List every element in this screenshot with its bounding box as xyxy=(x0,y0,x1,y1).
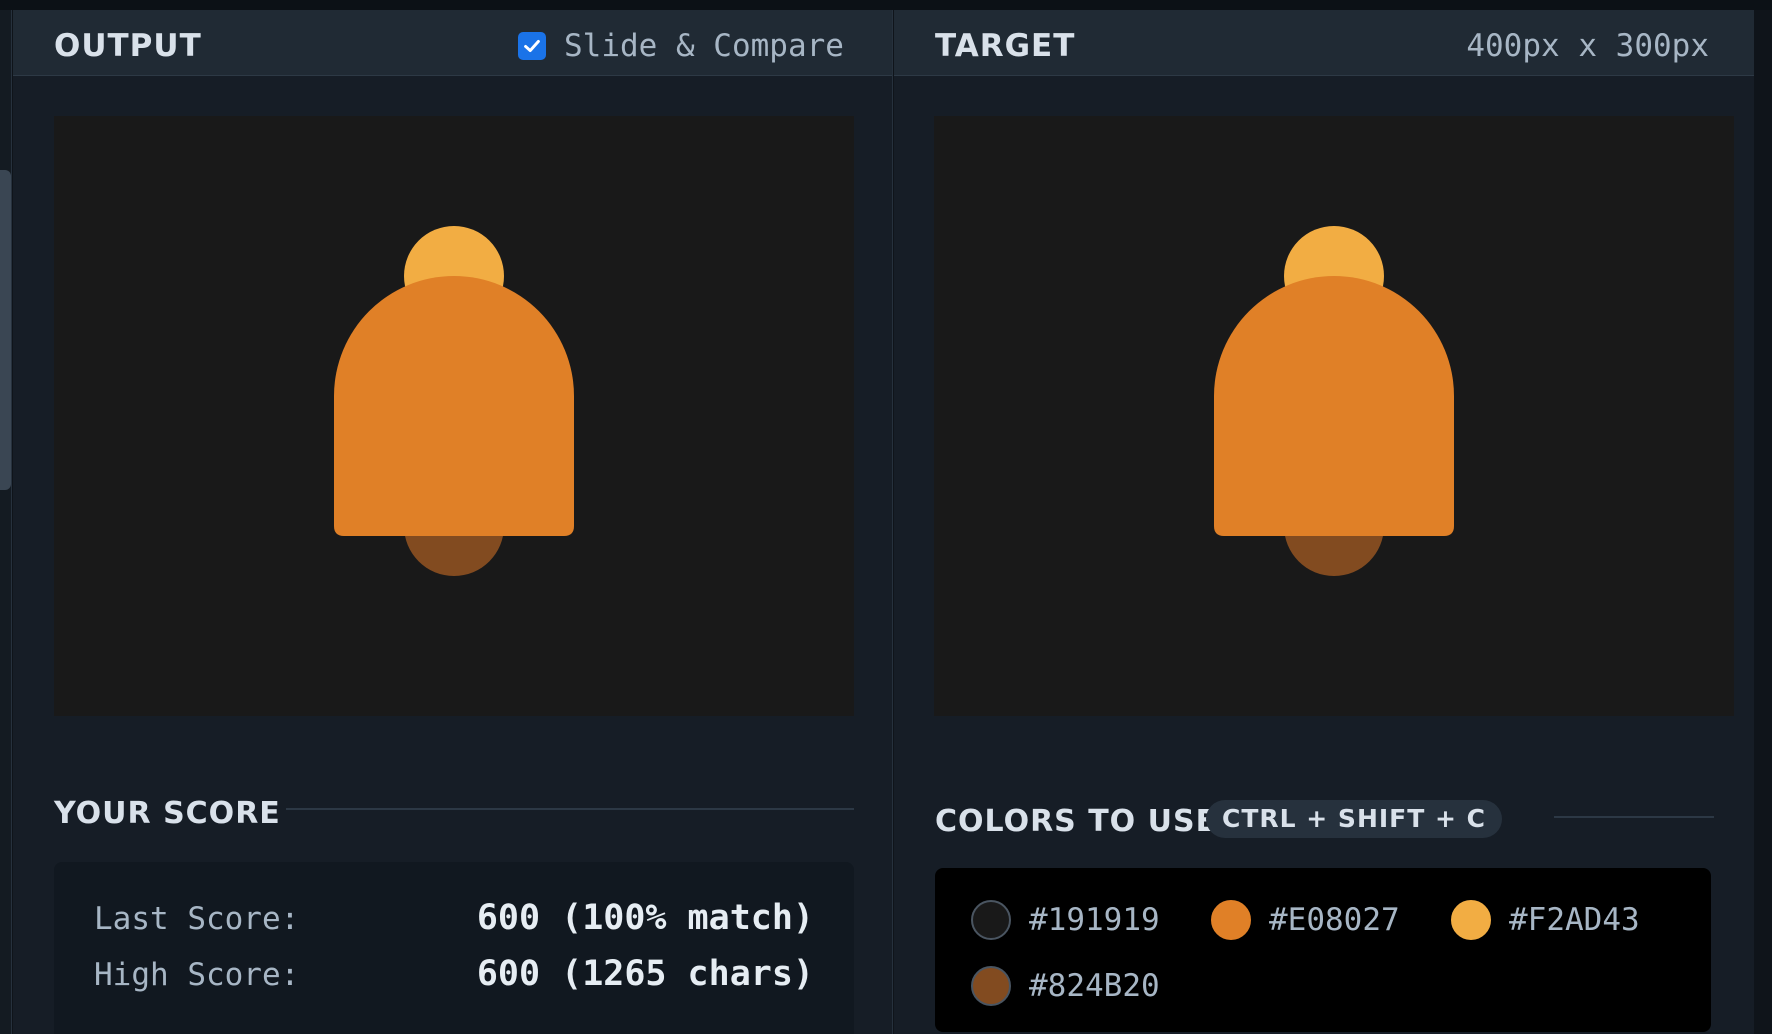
target-dimensions: 400px x 300px xyxy=(1466,28,1709,64)
color-swatch[interactable]: #824B20 xyxy=(971,966,1160,1006)
score-divider xyxy=(286,808,854,810)
high-score-value: 600 (1265 chars) xyxy=(476,954,814,994)
checkmark-icon xyxy=(524,39,540,53)
colors-palette: #191919 #E08027 #F2AD43 #824B20 xyxy=(935,868,1711,1032)
color-hex: #191919 xyxy=(1029,902,1160,938)
score-title: YOUR SCORE xyxy=(54,796,281,831)
colors-divider xyxy=(1554,816,1714,818)
last-score-label: Last Score: xyxy=(94,901,300,937)
high-score-label: High Score: xyxy=(94,957,300,993)
top-bar xyxy=(0,0,1772,10)
last-score-value: 600 (100% match) xyxy=(476,898,814,938)
color-swatch[interactable]: #191919 xyxy=(971,900,1160,940)
slide-compare-label: Slide & Compare xyxy=(564,28,844,64)
slide-compare-toggle[interactable]: Slide & Compare xyxy=(518,28,844,64)
target-header: TARGET 400px x 300px xyxy=(894,10,1754,76)
color-dot xyxy=(971,900,1011,940)
left-sidebar-edge xyxy=(0,10,12,1034)
color-swatch[interactable]: #E08027 xyxy=(1211,900,1400,940)
copy-colors-shortcut-badge: CTRL + SHIFT + C xyxy=(1206,800,1502,838)
target-panel: TARGET 400px x 300px COLORS TO USE CTRL … xyxy=(894,10,1754,1034)
last-score-row: Last Score: 600 (100% match) xyxy=(94,898,814,938)
score-box: Last Score: 600 (100% match) High Score:… xyxy=(54,862,854,1034)
color-dot xyxy=(1211,900,1251,940)
color-swatch[interactable]: #F2AD43 xyxy=(1451,900,1640,940)
color-hex: #F2AD43 xyxy=(1509,902,1640,938)
high-score-row: High Score: 600 (1265 chars) xyxy=(94,954,814,994)
color-hex: #E08027 xyxy=(1269,902,1400,938)
color-dot xyxy=(1451,900,1491,940)
output-panel: OUTPUT Slide & Compare YOUR SCORE Last S… xyxy=(13,10,893,1034)
output-canvas[interactable] xyxy=(54,116,854,716)
output-bell-drawing xyxy=(334,226,574,576)
output-header: OUTPUT Slide & Compare xyxy=(13,10,892,76)
bell-body xyxy=(1214,276,1454,536)
target-canvas xyxy=(934,116,1734,716)
color-dot xyxy=(971,966,1011,1006)
right-edge xyxy=(1754,10,1772,1034)
target-bell-drawing xyxy=(1214,226,1454,576)
slide-compare-checkbox[interactable] xyxy=(518,32,546,60)
output-title: OUTPUT xyxy=(54,28,202,64)
color-hex: #824B20 xyxy=(1029,968,1160,1004)
colors-title: COLORS TO USE xyxy=(935,804,1218,839)
left-scrollbar-thumb[interactable] xyxy=(0,170,11,490)
target-title: TARGET xyxy=(935,28,1076,64)
bell-body xyxy=(334,276,574,536)
